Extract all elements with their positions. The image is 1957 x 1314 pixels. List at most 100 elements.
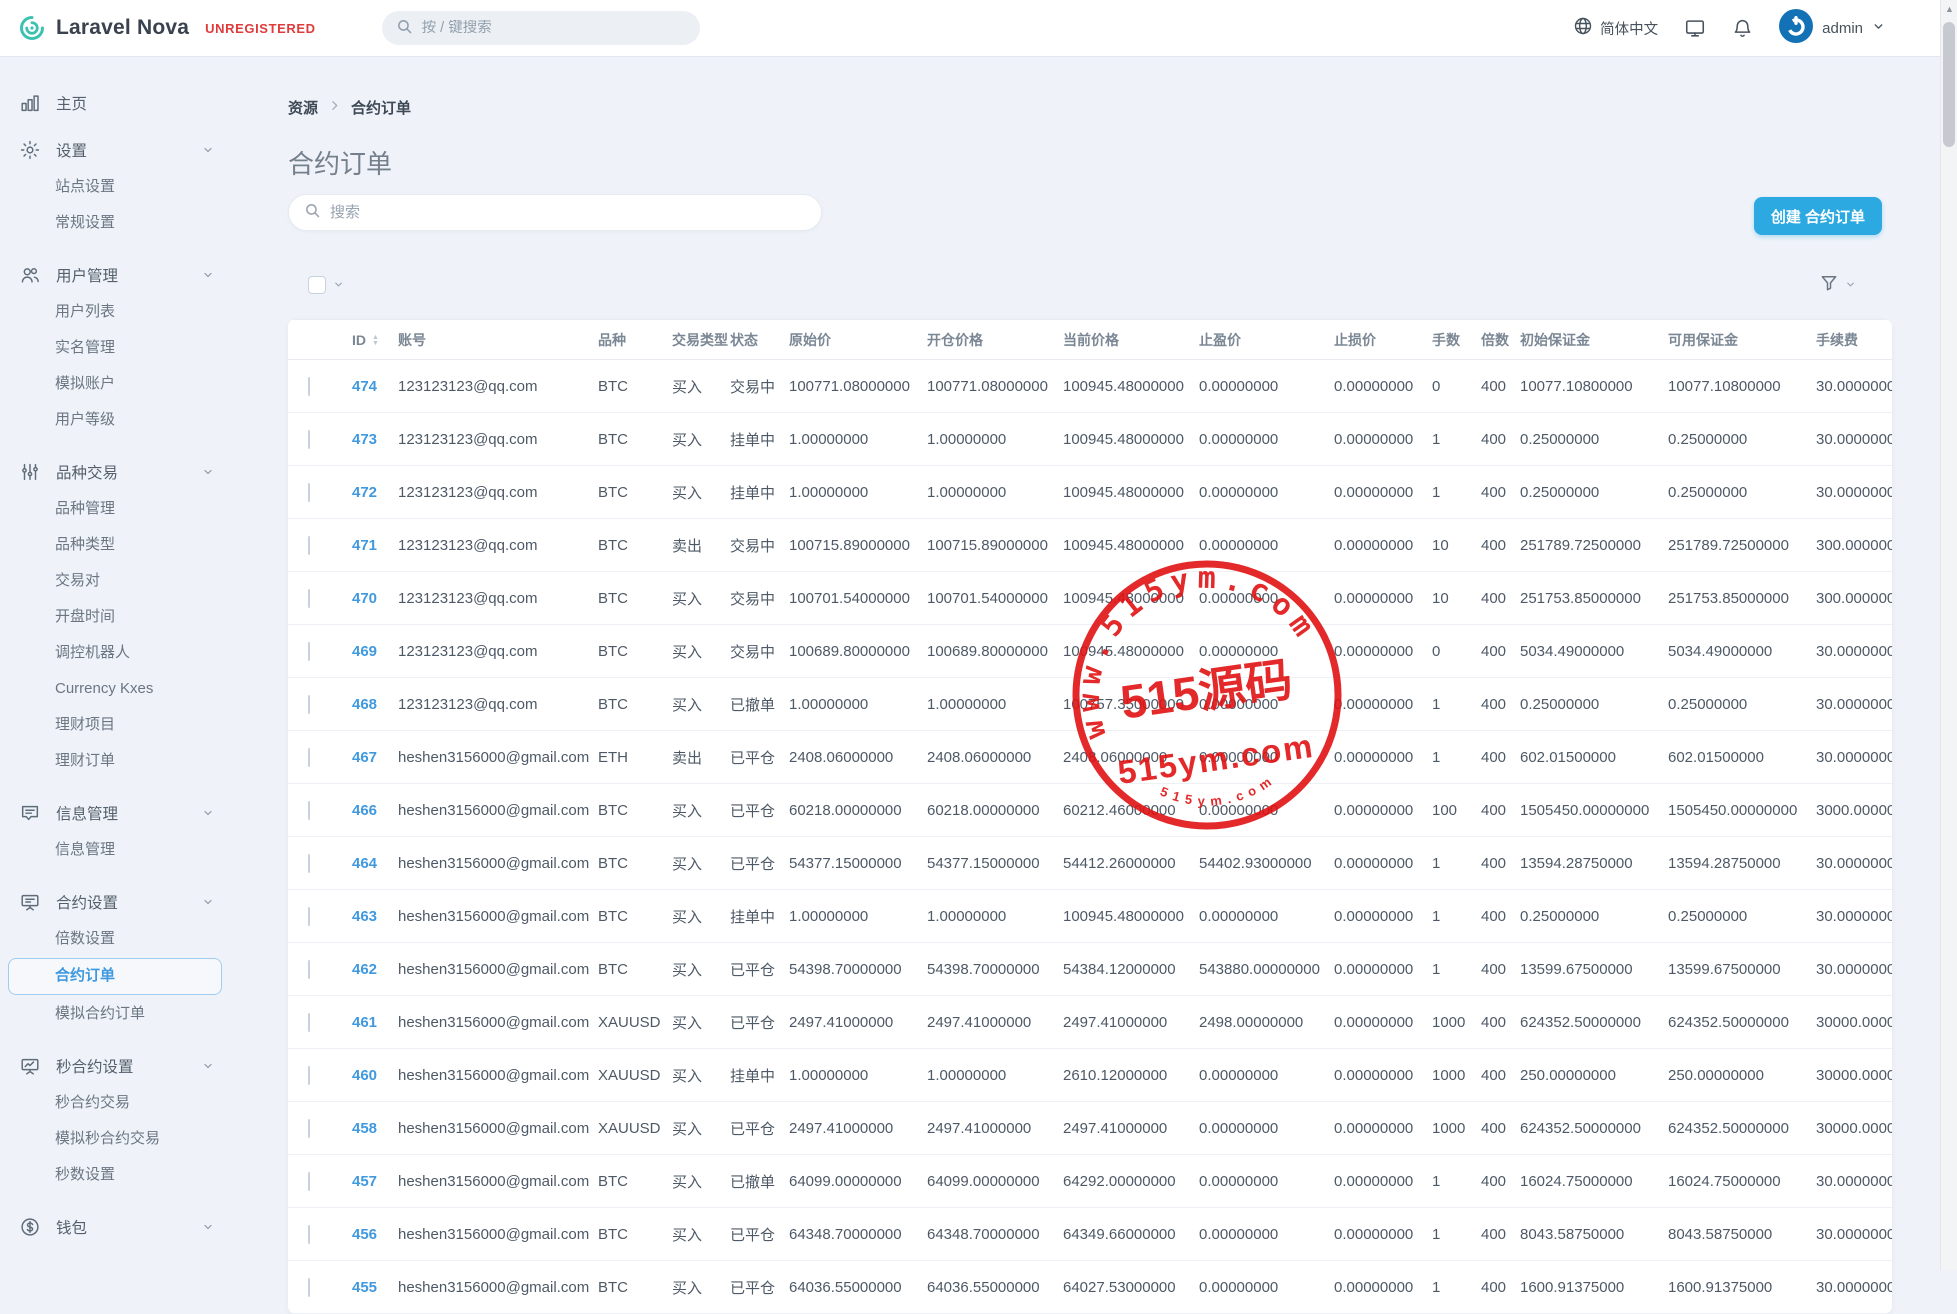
sidebar-item[interactable]: 实名管理 — [0, 330, 230, 366]
order-id-link[interactable]: 461 — [352, 1014, 377, 1031]
laravel-nova-logo-icon[interactable] — [18, 14, 46, 42]
order-id-link[interactable]: 472 — [352, 484, 377, 501]
sidebar-group-6[interactable]: 秒合约设置 — [0, 1053, 230, 1079]
row-checkbox[interactable] — [308, 376, 310, 396]
resource-search-input[interactable] — [330, 204, 790, 221]
row-checkbox[interactable] — [308, 959, 310, 979]
sidebar-item[interactable]: 用户等级 — [0, 402, 230, 438]
sidebar-item[interactable]: 模拟账户 — [0, 366, 230, 402]
cell-当前价格: 100945.48000000 — [1063, 359, 1199, 413]
scrollbar-thumb[interactable] — [1943, 22, 1955, 147]
order-id-link[interactable]: 456 — [352, 1226, 377, 1243]
order-id-link[interactable]: 463 — [352, 908, 377, 925]
sidebar-item[interactable]: 交易对 — [0, 563, 230, 599]
order-id-link[interactable]: 467 — [352, 749, 377, 766]
global-search-input[interactable] — [421, 20, 662, 36]
order-id-link[interactable]: 464 — [352, 855, 377, 872]
cell-状态: 已平仓 — [730, 1101, 789, 1155]
row-checkbox[interactable] — [308, 641, 310, 661]
sidebar-group-0[interactable]: 主页 — [0, 90, 230, 116]
row-checkbox[interactable] — [308, 429, 310, 449]
sidebar-item[interactable]: 倍数设置 — [0, 921, 230, 957]
vertical-scrollbar[interactable]: ▲ — [1940, 0, 1957, 1270]
row-checkbox[interactable] — [308, 853, 310, 873]
display-icon[interactable] — [1684, 17, 1706, 39]
breadcrumb-root[interactable]: 资源 — [288, 97, 318, 118]
column-header-ID[interactable]: ID ▲ ▼ — [352, 319, 398, 360]
sidebar-item[interactable]: 理财项目 — [0, 707, 230, 743]
row-checkbox[interactable] — [308, 588, 310, 608]
cell-手数: 10 — [1432, 571, 1481, 625]
row-checkbox[interactable] — [308, 1171, 310, 1191]
row-checkbox[interactable] — [308, 747, 310, 767]
row-checkbox[interactable] — [308, 1065, 310, 1085]
global-search[interactable] — [381, 11, 700, 45]
order-id-link[interactable]: 466 — [352, 802, 377, 819]
cell-止损价: 0.00000000 — [1334, 624, 1432, 678]
order-id-link[interactable]: 458 — [352, 1120, 377, 1137]
order-id-link[interactable]: 457 — [352, 1173, 377, 1190]
row-checkbox[interactable] — [308, 906, 310, 926]
cell-账号: heshen3156000@gmail.com — [398, 942, 598, 996]
sidebar-item[interactable]: 理财订单 — [0, 743, 230, 779]
sort-icon[interactable]: ▲ ▼ — [372, 334, 379, 347]
create-order-button[interactable]: 创建 合约订单 — [1753, 197, 1882, 235]
row-checkbox[interactable] — [308, 1224, 310, 1244]
sidebar-group-4[interactable]: 信息管理 — [0, 800, 230, 826]
sidebar-group-5[interactable]: 合约设置 — [0, 889, 230, 915]
sidebar-item[interactable]: 用户列表 — [0, 294, 230, 330]
row-checkbox[interactable] — [308, 482, 310, 502]
order-id-link[interactable]: 470 — [352, 590, 377, 607]
order-id-link[interactable]: 473 — [352, 431, 377, 448]
order-id-link[interactable]: 474 — [352, 378, 377, 395]
user-menu[interactable]: admin — [1779, 9, 1885, 47]
select-all-control[interactable] — [308, 276, 344, 294]
row-checkbox[interactable] — [308, 535, 310, 555]
sidebar-group-7[interactable]: 钱包 — [0, 1214, 230, 1240]
sidebar-item[interactable]: 调控机器人 — [0, 635, 230, 671]
select-all-checkbox[interactable] — [308, 276, 326, 294]
order-id-link[interactable]: 468 — [352, 696, 377, 713]
sidebar-group-2[interactable]: 用户管理 — [0, 262, 230, 288]
sidebar-item[interactable]: 合约订单 — [8, 958, 222, 995]
order-id-link[interactable]: 469 — [352, 643, 377, 660]
row-checkbox[interactable] — [308, 1012, 310, 1032]
sidebar-item[interactable]: 站点设置 — [0, 169, 230, 205]
cell-开仓价格: 1.00000000 — [927, 1048, 1063, 1102]
row-checkbox[interactable] — [308, 1277, 310, 1297]
language-switcher[interactable]: 简体中文 — [1573, 16, 1658, 40]
sidebar-item[interactable]: 开盘时间 — [0, 599, 230, 635]
row-checkbox[interactable] — [308, 694, 310, 714]
cell-可用保证金: 1505450.00000000 — [1668, 783, 1816, 837]
sidebar-group-label: 钱包 — [56, 1220, 88, 1237]
order-id-link[interactable]: 455 — [352, 1279, 377, 1296]
column-header-手数: 手数 — [1432, 319, 1481, 360]
cell-止盈价: 0.00000000 — [1199, 1154, 1334, 1208]
cell-手续费: 30.00000000 — [1816, 730, 1892, 784]
sidebar-item[interactable]: 信息管理 — [0, 832, 230, 868]
filter-control[interactable] — [1819, 273, 1856, 297]
order-id-link[interactable]: 471 — [352, 537, 377, 554]
row-checkbox[interactable] — [308, 800, 310, 820]
sidebar-item[interactable]: 模拟秒合约交易 — [0, 1121, 230, 1157]
sidebar-item[interactable]: 常规设置 — [0, 205, 230, 241]
bell-icon[interactable] — [1732, 18, 1753, 39]
sidebar-item[interactable]: 秒数设置 — [0, 1157, 230, 1193]
sidebar-group-1[interactable]: 设置 — [0, 137, 230, 163]
row-checkbox[interactable] — [308, 1118, 310, 1138]
cell-开仓价格: 1.00000000 — [927, 677, 1063, 731]
cell-原始价: 1.00000000 — [789, 465, 927, 519]
order-id-link[interactable]: 462 — [352, 961, 377, 978]
sidebar-item[interactable]: 秒合约交易 — [0, 1085, 230, 1121]
sidebar-item[interactable]: Currency Kxes — [0, 671, 230, 707]
sidebar-item[interactable]: 品种管理 — [0, 491, 230, 527]
sidebar-group-3[interactable]: 品种交易 — [0, 459, 230, 485]
table-row: 474 123123123@qq.com BTC 买入 交易中 100771.080000… — [288, 359, 1892, 413]
order-id-link[interactable]: 460 — [352, 1067, 377, 1084]
cell-状态: 挂单中 — [730, 412, 789, 466]
sidebar-item[interactable]: 模拟合约订单 — [0, 996, 230, 1032]
sidebar-item[interactable]: 品种类型 — [0, 527, 230, 563]
resource-search[interactable] — [288, 194, 822, 231]
scroll-up-arrow[interactable]: ▲ — [1941, 0, 1957, 17]
cell-倍数: 400 — [1481, 942, 1520, 996]
